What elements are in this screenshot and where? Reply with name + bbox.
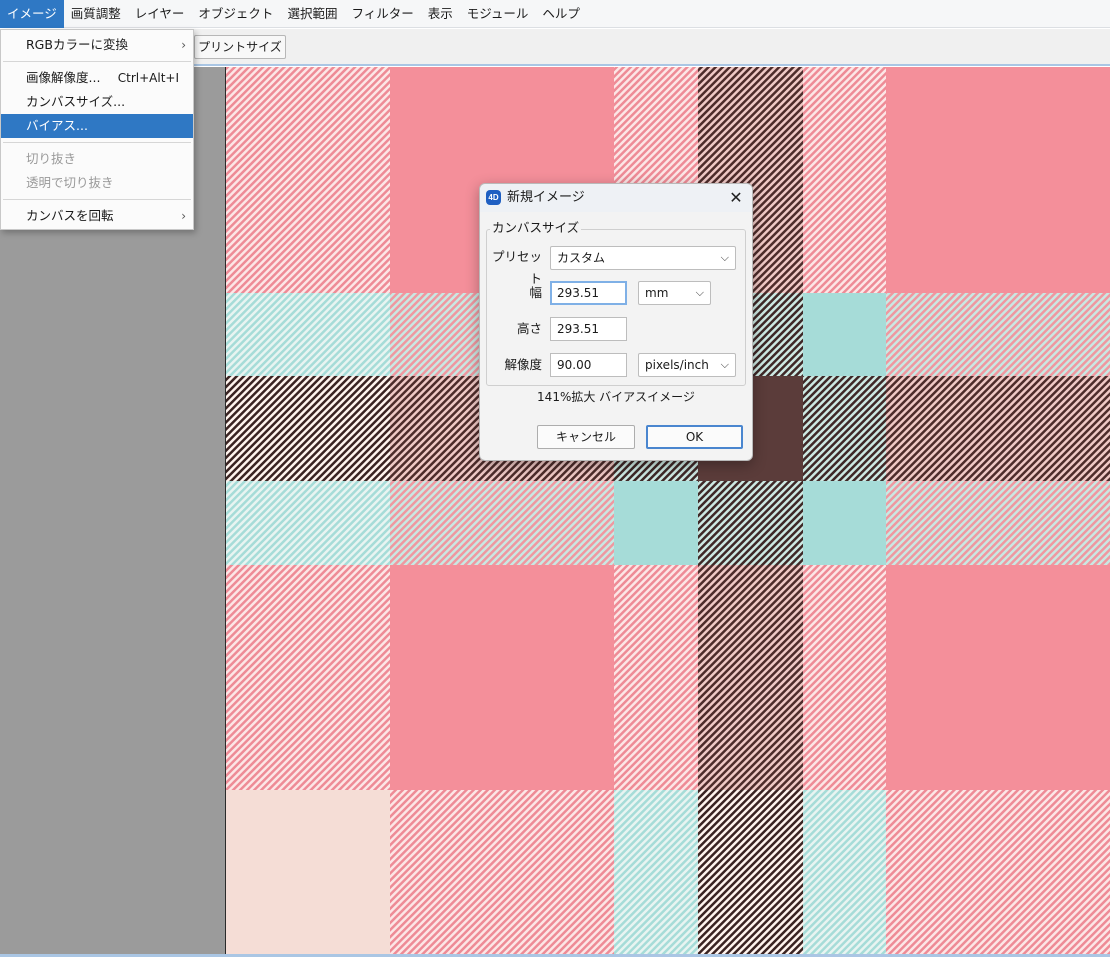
height-label: 高さ (516, 321, 542, 336)
app-icon: 4D (486, 190, 501, 205)
menu-item-convert-rgb[interactable]: RGBカラーに変換 › (1, 33, 193, 57)
tartan-cell (886, 481, 1110, 565)
cancel-button[interactable]: キャンセル (537, 425, 635, 449)
menu-item-crop: 切り抜き (1, 147, 193, 171)
menu-separator (3, 199, 191, 200)
tartan-cell (390, 790, 614, 955)
chevron-down-icon: ⌵ (720, 251, 729, 264)
height-input[interactable]: 293.51 (550, 317, 627, 341)
tartan-cell (803, 565, 886, 790)
tartan-cell (698, 565, 803, 790)
print-size-button[interactable]: プリントサイズ (194, 35, 286, 59)
menu-separator (3, 142, 191, 143)
chevron-right-icon: › (181, 38, 186, 52)
dialog-title: 新規イメージ (507, 190, 585, 205)
dialog-titlebar[interactable]: 4D 新規イメージ ✕ (480, 184, 752, 212)
menu-view[interactable]: 表示 (421, 0, 460, 28)
ok-button[interactable]: OK (646, 425, 743, 449)
image-menu-dropdown: RGBカラーに変換 › 画像解像度... Ctrl+Alt+I カンバスサイズ.… (0, 29, 194, 230)
menu-item-label: カンバスサイズ... (26, 94, 126, 109)
menu-item-label: RGBカラーに変換 (26, 37, 128, 52)
tartan-cell (614, 481, 698, 565)
menu-layer[interactable]: レイヤー (128, 0, 192, 28)
resolution-unit-value: pixels/inch (645, 358, 709, 372)
canvas-size-group-label: カンバスサイズ (490, 220, 582, 236)
menu-item-label: 透明で切り抜き (26, 175, 114, 190)
tartan-cell (226, 565, 390, 790)
tartan-cell (226, 293, 390, 376)
resolution-unit-select[interactable]: pixels/inch ⌵ (638, 353, 736, 377)
menu-filter[interactable]: フィルター (344, 0, 420, 28)
tartan-cell (226, 376, 390, 481)
tartan-cell (803, 67, 886, 293)
tartan-cell (886, 790, 1110, 955)
menu-separator (3, 61, 191, 62)
menu-item-label: バイアス... (26, 118, 88, 133)
menu-item-rotate-canvas[interactable]: カンバスを回転 › (1, 204, 193, 228)
menu-image[interactable]: イメージ (0, 0, 64, 28)
tartan-cell (614, 790, 698, 955)
preset-value: カスタム (557, 251, 606, 265)
menu-module[interactable]: モジュール (460, 0, 536, 28)
menu-item-bias[interactable]: バイアス... (1, 114, 193, 138)
width-label: 幅 (529, 285, 542, 300)
tartan-cell (226, 790, 390, 955)
tartan-cell (226, 67, 390, 293)
menu-item-shortcut: Ctrl+Alt+I (117, 71, 179, 85)
tartan-cell (886, 67, 1110, 293)
tartan-cell (390, 565, 614, 790)
menu-item-crop-transparent: 透明で切り抜き (1, 171, 193, 195)
tartan-cell (886, 376, 1110, 481)
menu-item-image-resolution[interactable]: 画像解像度... Ctrl+Alt+I (1, 66, 193, 90)
tartan-cell (698, 790, 803, 955)
close-icon[interactable]: ✕ (724, 186, 748, 210)
tartan-cell (803, 376, 886, 481)
chevron-down-icon: ⌵ (695, 286, 704, 299)
unit-value: mm (645, 286, 669, 300)
preset-select[interactable]: カスタム ⌵ (550, 246, 736, 270)
tartan-cell (226, 481, 390, 565)
tartan-cell (886, 293, 1110, 376)
menu-item-label: 画像解像度... (26, 70, 101, 85)
tartan-cell (803, 790, 886, 955)
width-input[interactable]: 293.51 (550, 281, 627, 305)
menu-help[interactable]: ヘルプ (535, 0, 587, 28)
menu-bar: イメージ 画質調整 レイヤー オブジェクト 選択範囲 フィルター 表示 モジュー… (0, 0, 1110, 28)
unit-select[interactable]: mm ⌵ (638, 281, 711, 305)
menu-item-canvas-size[interactable]: カンバスサイズ... (1, 90, 193, 114)
tartan-cell (390, 481, 614, 565)
chevron-down-icon: ⌵ (720, 358, 729, 371)
tartan-cell (614, 565, 698, 790)
new-image-dialog: 4D 新規イメージ ✕ カンバスサイズ プリセット カスタム ⌵ 幅 293.5… (479, 183, 753, 461)
resolution-input[interactable]: 90.00 (550, 353, 627, 377)
tartan-cell (803, 293, 886, 376)
tartan-cell (698, 481, 803, 565)
menu-item-label: 切り抜き (26, 151, 77, 166)
menu-adjust[interactable]: 画質調整 (64, 0, 128, 28)
menu-object[interactable]: オブジェクト (191, 0, 280, 28)
menu-item-label: カンバスを回転 (26, 208, 114, 223)
menu-selection[interactable]: 選択範囲 (280, 0, 344, 28)
tartan-cell (803, 481, 886, 565)
resolution-label: 解像度 (504, 357, 542, 372)
tartan-cell (886, 565, 1110, 790)
bias-info-text: 141%拡大 バイアスイメージ (537, 390, 695, 404)
chevron-right-icon: › (181, 209, 186, 223)
